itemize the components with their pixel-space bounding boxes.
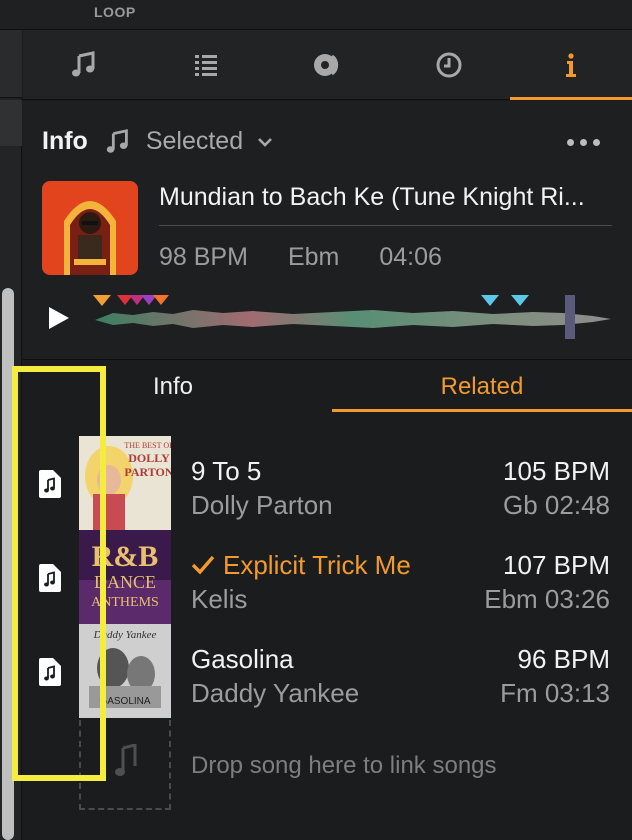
track-meta: 98 BPM Ebm 04:06 bbox=[159, 243, 482, 272]
list-item[interactable]: THE BEST OF DOLLY PARTON 9 To 5 Dolly Pa… bbox=[23, 436, 632, 530]
chevron-down-icon[interactable] bbox=[255, 132, 275, 152]
related-list: THE BEST OF DOLLY PARTON 9 To 5 Dolly Pa… bbox=[23, 414, 632, 840]
track-key: Ebm bbox=[287, 243, 340, 271]
music-note-icon bbox=[115, 744, 137, 776]
waveform[interactable] bbox=[93, 291, 613, 341]
tab-info[interactable] bbox=[510, 30, 632, 100]
active-tab-underline bbox=[332, 409, 632, 412]
cue-marker[interactable] bbox=[93, 295, 111, 306]
info-panel: Info Selected Mundian to Bach Ke (Tune K… bbox=[23, 101, 632, 360]
music-note-icon bbox=[106, 128, 128, 153]
play-icon[interactable] bbox=[47, 305, 71, 331]
related-track-artist: Kelis bbox=[191, 584, 248, 614]
related-track-artist: Dolly Parton bbox=[191, 490, 333, 520]
track-duration: 04:06 bbox=[379, 243, 442, 271]
related-track-bpm: 107 BPM bbox=[503, 550, 610, 580]
top-strip: LOOP bbox=[0, 0, 632, 30]
svg-text:PARTON: PARTON bbox=[124, 465, 171, 479]
tab-list[interactable] bbox=[145, 30, 267, 100]
cue-marker[interactable] bbox=[511, 295, 529, 306]
clock-icon bbox=[436, 52, 462, 78]
tab-info-subtab[interactable]: Info bbox=[83, 373, 263, 401]
cue-marker[interactable] bbox=[481, 295, 499, 306]
loop-label: LOOP bbox=[94, 4, 136, 20]
divider bbox=[159, 225, 612, 226]
tab-related[interactable]: Related bbox=[332, 373, 632, 401]
related-track-title: Explicit Trick Me bbox=[191, 550, 411, 581]
album-art bbox=[42, 181, 138, 275]
track-title: Mundian to Bach Ke (Tune Knight Ri... bbox=[159, 183, 585, 211]
related-track-artist: Daddy Yankee bbox=[191, 678, 360, 708]
list-item[interactable]: R&B DANCE ANTHEMS Explicit Trick Me Keli… bbox=[23, 530, 632, 624]
left-panel-band bbox=[0, 100, 22, 146]
more-options-button[interactable] bbox=[567, 139, 600, 146]
related-track-title: Gasolina bbox=[191, 644, 294, 674]
vinyl-record-icon bbox=[314, 54, 339, 76]
list-icon bbox=[194, 55, 217, 76]
related-track-bpm: 105 BPM bbox=[503, 456, 610, 486]
tab-tracks[interactable] bbox=[23, 30, 145, 100]
list-item[interactable]: Daddy Yankee GASOLINA Gasolina Daddy Yan… bbox=[23, 624, 632, 718]
svg-text:GASOLINA: GASOLINA bbox=[99, 696, 150, 707]
cue-marker[interactable] bbox=[153, 295, 169, 305]
related-track-title-text: Explicit Trick Me bbox=[223, 550, 411, 580]
subtabs: Info Related bbox=[23, 361, 632, 413]
related-track-key-time: Ebm 03:26 bbox=[484, 584, 610, 614]
related-track-key-time: Fm 03:13 bbox=[500, 678, 610, 708]
track-bpm: 98 BPM bbox=[159, 243, 248, 271]
info-icon bbox=[566, 53, 577, 77]
related-track-key-time: Gb 02:48 bbox=[503, 490, 610, 520]
info-title: Info bbox=[42, 127, 88, 155]
left-panel-band bbox=[0, 30, 22, 98]
svg-text:DOLLY: DOLLY bbox=[128, 451, 170, 465]
source-selector[interactable]: Selected bbox=[146, 127, 243, 156]
related-track-title: 9 To 5 bbox=[191, 456, 262, 486]
info-header: Info Selected bbox=[42, 127, 275, 156]
tab-history[interactable] bbox=[388, 30, 510, 100]
checkmark-icon bbox=[191, 555, 215, 575]
related-track-bpm: 96 BPM bbox=[517, 644, 611, 674]
drop-hint: Drop song here to link songs bbox=[191, 752, 497, 779]
music-note-icon bbox=[71, 51, 95, 77]
panel-tabbar bbox=[23, 30, 632, 100]
highlight-box bbox=[12, 366, 106, 781]
svg-text:THE BEST OF: THE BEST OF bbox=[124, 441, 171, 450]
tab-decks[interactable] bbox=[267, 30, 389, 100]
